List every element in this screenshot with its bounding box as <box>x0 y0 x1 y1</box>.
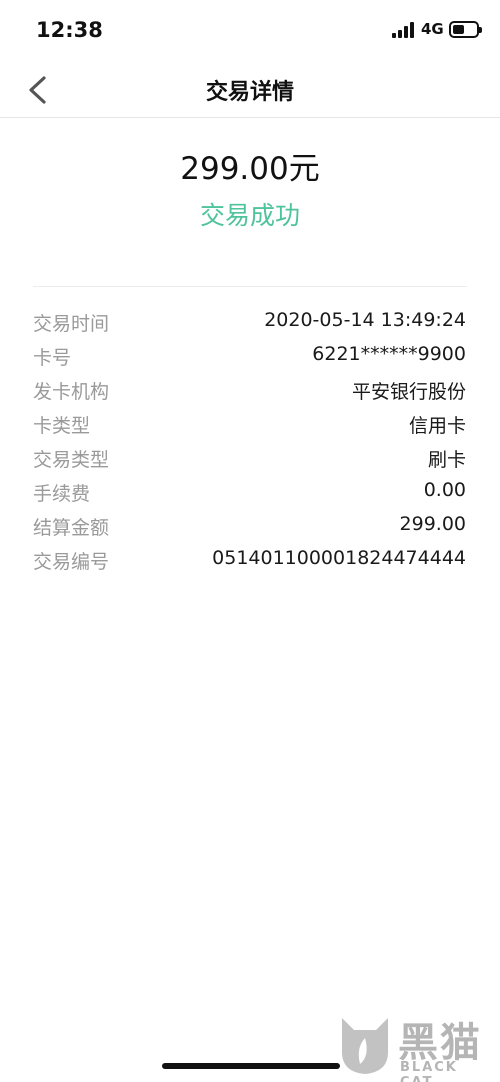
detail-row-fee: 手续费 0.00 <box>33 473 466 507</box>
battery-icon <box>449 21 482 38</box>
status-bar: 12:38 4G <box>0 0 500 60</box>
detail-row-issuer: 发卡机构 平安银行股份 <box>33 371 466 405</box>
watermark-subtext: BLACK CAT <box>400 1060 458 1082</box>
detail-value: 6221******9900 <box>312 343 466 365</box>
detail-label: 手续费 <box>33 483 91 505</box>
detail-label: 发卡机构 <box>33 381 110 403</box>
detail-row-transaction-type: 交易类型 刷卡 <box>33 439 466 473</box>
detail-label: 卡号 <box>33 347 72 369</box>
home-indicator[interactable] <box>162 1063 340 1069</box>
transaction-amount: 299.00元 <box>180 151 320 187</box>
detail-row-card-number: 卡号 6221******9900 <box>33 337 466 371</box>
detail-list: 交易时间 2020-05-14 13:49:24 卡号 6221******99… <box>33 303 466 575</box>
detail-value: 0.00 <box>423 479 466 501</box>
cat-logo-icon <box>342 1018 388 1074</box>
divider <box>33 286 467 287</box>
page-title: 交易详情 <box>205 80 294 105</box>
detail-label: 交易时间 <box>33 313 110 335</box>
detail-row-card-type: 卡类型 信用卡 <box>33 405 466 439</box>
detail-value: 2020-05-14 13:49:24 <box>264 309 466 331</box>
detail-label: 结算金额 <box>33 517 110 539</box>
detail-value: 平安银行股份 <box>351 381 466 403</box>
network-label: 4G <box>421 20 444 38</box>
detail-label: 卡类型 <box>33 415 91 437</box>
nav-bar: 交易详情 <box>0 60 500 118</box>
signal-bars-icon <box>392 22 416 38</box>
detail-value: 051401100001824474444 <box>212 547 466 569</box>
watermark: 黑猫 BLACK CAT <box>336 1008 496 1082</box>
status-time: 12:38 <box>36 18 103 42</box>
detail-value: 299.00 <box>399 513 466 535</box>
detail-label: 交易编号 <box>33 551 110 573</box>
detail-row-transaction-id: 交易编号 051401100001824474444 <box>33 541 466 575</box>
detail-row-settlement-amount: 结算金额 299.00 <box>33 507 466 541</box>
transaction-status: 交易成功 <box>199 201 300 230</box>
detail-row-time: 交易时间 2020-05-14 13:49:24 <box>33 303 466 337</box>
detail-value: 信用卡 <box>408 415 466 437</box>
detail-label: 交易类型 <box>33 449 110 471</box>
detail-value: 刷卡 <box>427 449 466 471</box>
